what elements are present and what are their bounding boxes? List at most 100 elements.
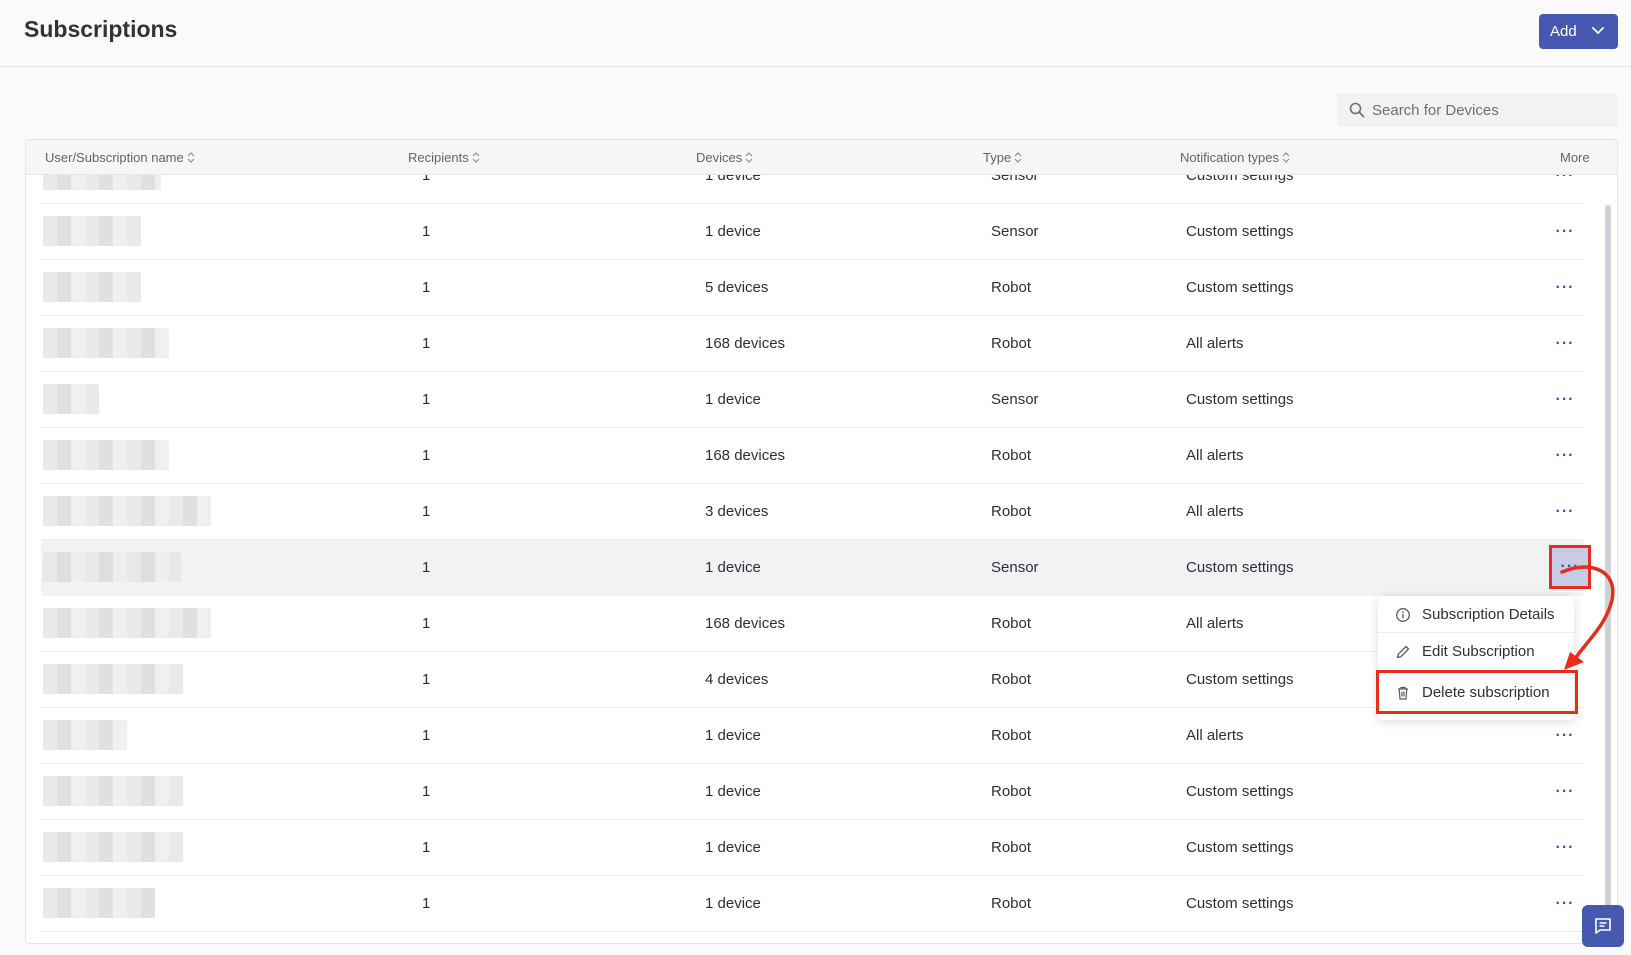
sort-icon [1014, 152, 1022, 163]
notification-cell: All alerts [1186, 503, 1244, 520]
table-row[interactable]: 1 1 device Robot All alerts ··· [41, 708, 1584, 764]
devices-cell: 3 devices [705, 503, 769, 520]
table-row[interactable]: 1 1 device Sensor Custom settings ··· [41, 372, 1584, 428]
more-options-button[interactable]: ··· [1553, 444, 1577, 468]
more-options-button[interactable]: ··· [1553, 892, 1577, 916]
type-cell: Robot [991, 503, 1032, 520]
search-input[interactable] [1372, 93, 1612, 127]
recipients-cell: 1 [422, 279, 431, 296]
table-row[interactable]: 1 168 devices Robot All alerts ··· [41, 428, 1584, 484]
redacted-name [43, 384, 99, 414]
page-title: Subscriptions [24, 16, 178, 42]
type-cell: Robot [991, 839, 1032, 856]
more-options-button[interactable]: ··· [1553, 780, 1577, 804]
trash-icon [1398, 686, 1408, 700]
menu-item-edit-subscription[interactable]: Edit Subscription [1378, 633, 1574, 670]
more-options-button[interactable]: ··· [1553, 724, 1577, 748]
devices-cell: 168 devices [705, 335, 786, 352]
menu-item-subscription-details[interactable]: Subscription Details [1378, 596, 1574, 633]
notification-cell: Custom settings [1186, 391, 1294, 408]
column-header-name[interactable]: User/Subscription name [45, 150, 195, 165]
devices-cell: 1 device [705, 839, 761, 856]
table-row[interactable]: 1 1 device Robot Custom settings ··· [41, 876, 1584, 932]
recipients-cell: 1 [422, 839, 431, 856]
redacted-name [43, 175, 161, 190]
menu-item-label: Subscription Details [1422, 605, 1555, 623]
recipients-cell: 1 [422, 615, 431, 632]
table-row[interactable]: 1 5 devices Robot Custom settings ··· [41, 260, 1584, 316]
column-header-notification-types[interactable]: Notification types [1180, 150, 1290, 165]
type-cell: Robot [991, 727, 1032, 744]
table-row[interactable]: 1 1 device Robot Custom settings ··· [41, 820, 1584, 876]
column-header-devices[interactable]: Devices [696, 150, 753, 165]
more-options-button[interactable]: ··· [1553, 388, 1577, 412]
notification-cell: All alerts [1186, 615, 1244, 632]
redacted-name [43, 888, 155, 918]
ellipsis-icon: ··· [1555, 223, 1575, 240]
type-cell: Robot [991, 615, 1032, 632]
notification-cell: Custom settings [1186, 223, 1294, 240]
chevron-down-icon [1592, 27, 1604, 35]
table-row[interactable]: 1 168 devices Robot All alerts ··· [41, 596, 1584, 652]
more-options-button[interactable]: ··· [1553, 836, 1577, 860]
notification-cell: Custom settings [1186, 671, 1294, 688]
sort-icon [1282, 152, 1290, 163]
notification-cell: Custom settings [1186, 279, 1294, 296]
devices-cell: 5 devices [705, 279, 769, 296]
sort-icon [472, 152, 480, 163]
redacted-name [43, 664, 183, 694]
notification-cell: All alerts [1186, 447, 1244, 464]
table-row[interactable]: 1 3 devices Robot All alerts ··· [41, 484, 1584, 540]
devices-cell: 1 device [705, 559, 761, 576]
menu-item-label: Delete subscription [1422, 683, 1550, 701]
devices-cell: 1 device [705, 175, 761, 184]
more-options-button[interactable]: ··· [1553, 220, 1577, 244]
column-header-type[interactable]: Type [983, 150, 1022, 165]
more-options-button[interactable]: ··· [1553, 500, 1577, 524]
table-row[interactable]: 1 1 device Sensor Custom settings ··· [41, 204, 1584, 260]
ellipsis-icon: ··· [1555, 727, 1575, 744]
redacted-name [43, 216, 141, 246]
redacted-name [43, 720, 127, 750]
add-button[interactable]: Add [1539, 14, 1618, 49]
ellipsis-icon: ··· [1555, 391, 1575, 408]
table-row[interactable]: 1 1 device Sensor Custom settings ··· [41, 175, 1584, 204]
recipients-cell: 1 [422, 175, 431, 184]
table-row[interactable]: 1 1 device Robot Custom settings ··· [41, 764, 1584, 820]
menu-item-delete-subscription[interactable]: Delete subscription [1376, 670, 1578, 714]
redacted-name [43, 440, 169, 470]
redacted-name [43, 608, 211, 638]
more-options-button[interactable]: ··· [1553, 175, 1577, 188]
recipients-cell: 1 [422, 671, 431, 688]
type-cell: Robot [991, 279, 1032, 296]
devices-cell: 168 devices [705, 447, 786, 464]
search-box[interactable] [1337, 93, 1618, 127]
recipients-cell: 1 [422, 559, 431, 576]
ellipsis-icon: ··· [1555, 839, 1575, 856]
redacted-name [43, 272, 141, 302]
more-options-button[interactable]: ··· [1553, 276, 1577, 300]
recipients-cell: 1 [422, 335, 431, 352]
sort-icon [745, 152, 753, 163]
devices-cell: 1 device [705, 727, 761, 744]
table-row[interactable]: 1 4 devices Robot Custom settings ··· [41, 652, 1584, 708]
type-cell: Sensor [991, 391, 1039, 408]
table-row-selected[interactable]: 1 1 device Sensor Custom settings ··· [41, 540, 1591, 596]
table-row[interactable]: 1 168 devices Robot All alerts ··· [41, 316, 1584, 372]
chat-button[interactable] [1582, 905, 1624, 947]
recipients-cell: 1 [422, 223, 431, 240]
redacted-name [43, 496, 211, 526]
column-header-recipients[interactable]: Recipients [408, 150, 480, 165]
devices-cell: 4 devices [705, 671, 769, 688]
type-cell: Robot [991, 895, 1032, 912]
recipients-cell: 1 [422, 783, 431, 800]
redacted-name [43, 776, 183, 806]
recipients-cell: 1 [422, 895, 431, 912]
chat-icon [1595, 918, 1611, 934]
type-cell: Robot [991, 783, 1032, 800]
notification-cell: All alerts [1186, 727, 1244, 744]
subscriptions-table: User/Subscription name Recipients Device… [25, 139, 1618, 944]
more-options-button[interactable]: ··· [1553, 332, 1577, 356]
redacted-name [43, 328, 169, 358]
column-header-more: More [1560, 150, 1590, 165]
